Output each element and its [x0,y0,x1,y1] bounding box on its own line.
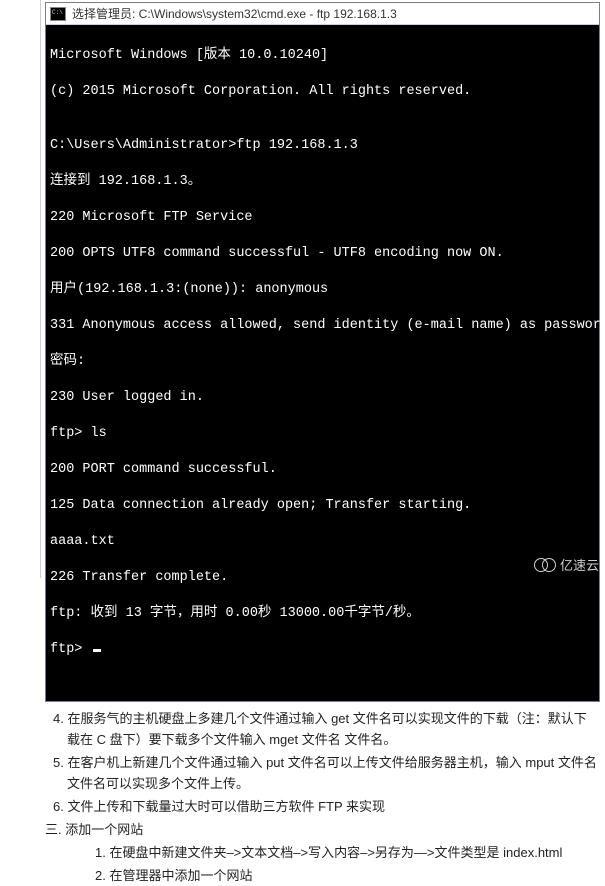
cmd-line: 230 User logged in. [50,389,595,407]
cmd-line: 226 Transfer complete. [50,569,595,587]
cmd-line: 密码: [50,353,595,371]
cmd-line: 125 Data connection already open; Transf… [50,497,595,515]
cmd-line: 200 PORT command successful. [50,461,595,479]
cmd-line: 连接到 192.168.1.3。 [50,173,595,191]
cmd-line: ftp> ls [50,425,595,443]
doc-text: 4. 在服务气的主机硬盘上多建几个文件通过输入 get 文件名可以实现文件的下载… [45,708,605,886]
cmd-prompt-line: ftp> [50,641,595,659]
sub-item-2: 2. 在管理器中添加一个网站 [45,865,597,886]
cmd-line: 用户(192.168.1.3:(none)): anonymous [50,281,595,299]
cmd-line: aaaa.txt [50,533,595,551]
cmd-icon [50,7,66,21]
cloud-logo-icon [534,558,556,572]
cmd-title-text: 选择管理员: C:\Windows\system32\cmd.exe - ftp… [72,5,397,22]
list-item-5: 5. 在客户机上新建几个文件通过输入 put 文件名可以上传文件给服务器主机，输… [45,752,597,794]
cmd-line: (c) 2015 Microsoft Corporation. All righ… [50,83,595,101]
content-area: 选择管理员: C:\Windows\system32\cmd.exe - ftp… [45,0,605,886]
cmd-text: 331 Anonymous access allowed, send ident… [50,318,605,333]
cmd-titlebar[interactable]: 选择管理员: C:\Windows\system32\cmd.exe - ftp… [46,3,599,25]
watermark-text: 亿速云 [560,555,599,574]
cmd-line: 220 Microsoft FTP Service [50,209,595,227]
list-item-6: 6. 文件上传和下载量过大时可以借助三方软件 FTP 来实现 [45,796,597,817]
cmd-line: Microsoft Windows [版本 10.0.10240] [50,47,595,65]
section-3-heading: 三. 添加一个网站 [45,819,597,840]
watermark: 亿速云 [534,555,599,574]
sub-item-1: 1. 在硬盘中新建文件夹–>文本文档–>写入内容–>另存为—>文件类型是 ind… [45,842,597,863]
cmd-line: C:\Users\Administrator>ftp 192.168.1.3 [50,137,595,155]
vertical-rule [40,0,41,578]
cmd-line: 200 OPTS UTF8 command successful - UTF8 … [50,245,595,263]
cmd-prompt-text: ftp> [50,642,91,657]
cmd-line: 331 Anonymous access allowed, send ident… [50,317,595,335]
list-item-4: 4. 在服务气的主机硬盘上多建几个文件通过输入 get 文件名可以实现文件的下载… [45,708,597,750]
cmd-window: 选择管理员: C:\Windows\system32\cmd.exe - ftp… [45,2,600,702]
cmd-line: ftp: 收到 13 字节，用时 0.00秒 13000.00千字节/秒。 [50,605,595,623]
cursor-icon [93,649,101,652]
cmd-body[interactable]: Microsoft Windows [版本 10.0.10240] (c) 20… [46,25,599,701]
